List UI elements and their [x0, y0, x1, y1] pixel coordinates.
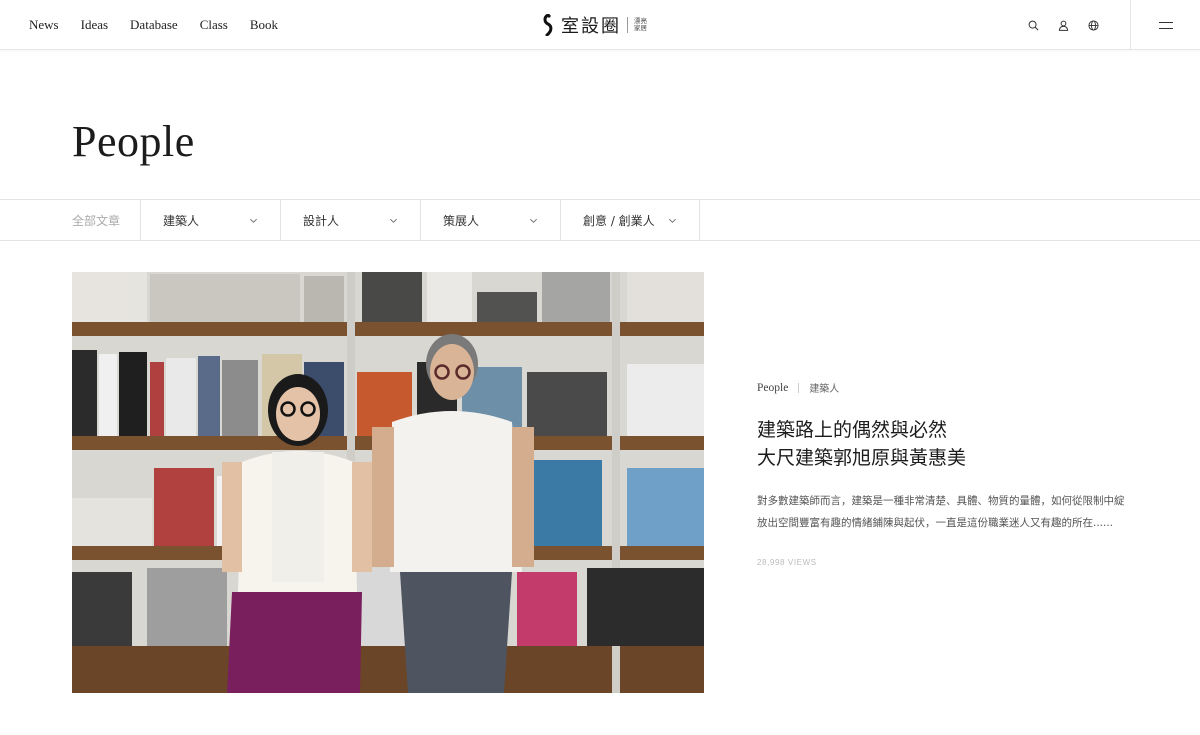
chevron-down-icon	[530, 218, 537, 223]
excerpt-line-1: 對多數建築師而言，建築是一種非常清楚、具體、物質的量體，如何從限制中綻	[757, 495, 1125, 507]
chevron-down-icon	[669, 218, 676, 223]
logo-subtext: 漂亮 家居	[634, 17, 647, 33]
filter-architects[interactable]: 建築人	[140, 200, 280, 240]
filter-label: 建築人	[163, 213, 200, 228]
article-title[interactable]: 建築路上的偶然與必然 大尺建築郭旭原與黃惠美	[757, 416, 1157, 472]
article-title-line-1: 建築路上的偶然與必然	[757, 419, 948, 441]
bookshelf-photo	[72, 272, 704, 693]
nav-news[interactable]: News	[29, 17, 59, 33]
globe-icon[interactable]	[1086, 18, 1100, 32]
page-title: People	[72, 117, 195, 166]
filter-label: 策展人	[443, 213, 480, 228]
nav-ideas[interactable]: Ideas	[81, 17, 108, 33]
article-meta: People 建築人	[757, 380, 839, 396]
meta-divider	[798, 382, 800, 393]
excerpt-line-2: 放出空間豐富有趣的情緒鋪陳與起伏，一直是這份職業迷人又有趣的所在......	[757, 517, 1114, 529]
logo-sub-line-2: 家居	[634, 24, 647, 32]
view-count: 28,998 VIEWS	[757, 558, 817, 567]
menu-button[interactable]	[1130, 0, 1200, 50]
article-title-line-2: 大尺建築郭旭原與黃惠美	[757, 447, 967, 469]
nav-database[interactable]: Database	[130, 17, 178, 33]
filter-curators[interactable]: 策展人	[420, 200, 560, 240]
site-logo[interactable]: 室設圈 漂亮 家居	[542, 13, 647, 37]
filter-designers[interactable]: 設計人	[280, 200, 420, 240]
user-icon[interactable]	[1056, 18, 1070, 32]
main-nav: News Ideas Database Class Book	[29, 0, 300, 50]
logo-mark-icon	[543, 14, 553, 36]
filter-all-articles[interactable]: 全部文章	[72, 200, 140, 240]
filter-label: 設計人	[303, 213, 340, 228]
chevron-down-icon	[390, 218, 397, 223]
article-category[interactable]: People	[757, 382, 788, 394]
nav-class[interactable]: Class	[200, 17, 228, 33]
filter-label: 創意 / 創業人	[583, 213, 655, 228]
article-excerpt: 對多數建築師而言，建築是一種非常清楚、具體、物質的量體，如何從限制中綻 放出空間…	[757, 490, 1137, 534]
featured-article-image[interactable]	[72, 272, 704, 693]
header-icons	[1010, 0, 1100, 50]
logo-divider	[627, 17, 628, 33]
nav-book[interactable]: Book	[250, 17, 278, 33]
search-icon[interactable]	[1026, 18, 1040, 32]
chevron-down-icon	[250, 218, 257, 223]
logo-text: 室設圈	[561, 16, 621, 37]
article-subcategory[interactable]: 建築人	[809, 380, 839, 395]
category-filter-bar: 全部文章 建築人 設計人 策展人 創意 / 創業人	[0, 199, 1200, 241]
menu-icon	[1158, 21, 1173, 29]
site-header: News Ideas Database Class Book 室設圈 漂亮 家居	[0, 0, 1200, 50]
filter-creatives[interactable]: 創意 / 創業人	[560, 200, 700, 240]
